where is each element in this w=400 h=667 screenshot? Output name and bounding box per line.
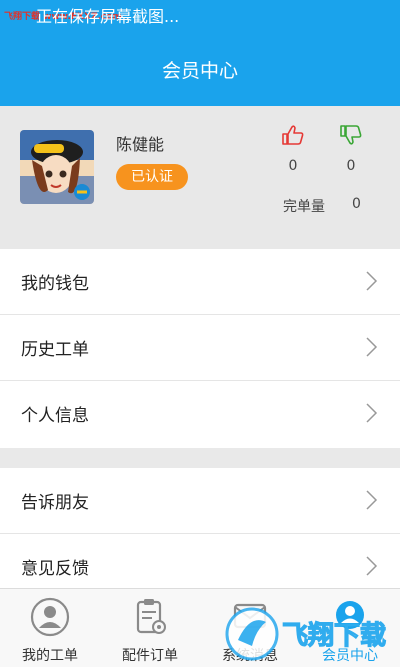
header: 会员中心 [0,30,400,106]
menu-item-label: 历史工单 [21,340,89,360]
profile-card: 陈健能 已认证 0 0 完单量 0 [0,106,400,249]
chevron-right-icon [366,490,378,510]
chevron-right-icon [366,556,378,576]
orders-count: 0 [352,196,361,212]
person-icon [30,597,70,637]
orders-label: 完单量 [283,199,325,215]
thumbs-down-icon[interactable] [340,125,362,145]
chevron-right-icon [366,337,378,357]
user-name: 陈健能 [116,135,165,154]
menu-item-label: 告诉朋友 [21,493,89,513]
menu-item-personal-info[interactable]: 个人信息 [0,381,400,447]
like-count: 0 [288,158,298,174]
menu-item-label: 意见反馈 [21,559,89,579]
verified-badge: 已认证 [116,164,188,190]
menu-group-account: 我的钱包 历史工单 个人信息 [0,249,400,448]
menu-item-tell-friends[interactable]: 告诉朋友 [0,468,400,534]
tab-parts-orders[interactable]: 配件订单 [100,589,200,667]
tab-label: 我的工单 [22,648,78,664]
dislike-count: 0 [346,158,356,174]
menu-item-order-history[interactable]: 历史工单 [0,315,400,381]
watermark-logo-text: 飞翔下载 [282,621,386,651]
tab-my-orders[interactable]: 我的工单 [0,589,100,667]
page-title: 会员中心 [161,60,238,82]
thumbs-up-icon[interactable] [282,125,304,145]
watermark-logo-image: 飞翔下载 [225,607,387,661]
clipboard-icon [136,599,166,634]
screenshot-saving-text: 正在保存屏幕截图... [36,7,180,26]
menu-group-social: 告诉朋友 意见反馈 [0,468,400,588]
menu-item-wallet[interactable]: 我的钱包 [0,249,400,315]
avatar[interactable] [20,130,94,204]
chevron-right-icon [366,271,378,291]
menu-item-label: 我的钱包 [21,274,89,294]
chevron-right-icon [366,403,378,423]
menu-item-label: 个人信息 [21,406,89,426]
avatar-image [20,130,94,204]
status-bar: 飞翔下载 www.FXXZ.com 正在保存屏幕截图... [0,0,400,30]
tab-label: 配件订单 [122,648,178,664]
watermark-logo: 飞翔下载 [222,600,400,667]
